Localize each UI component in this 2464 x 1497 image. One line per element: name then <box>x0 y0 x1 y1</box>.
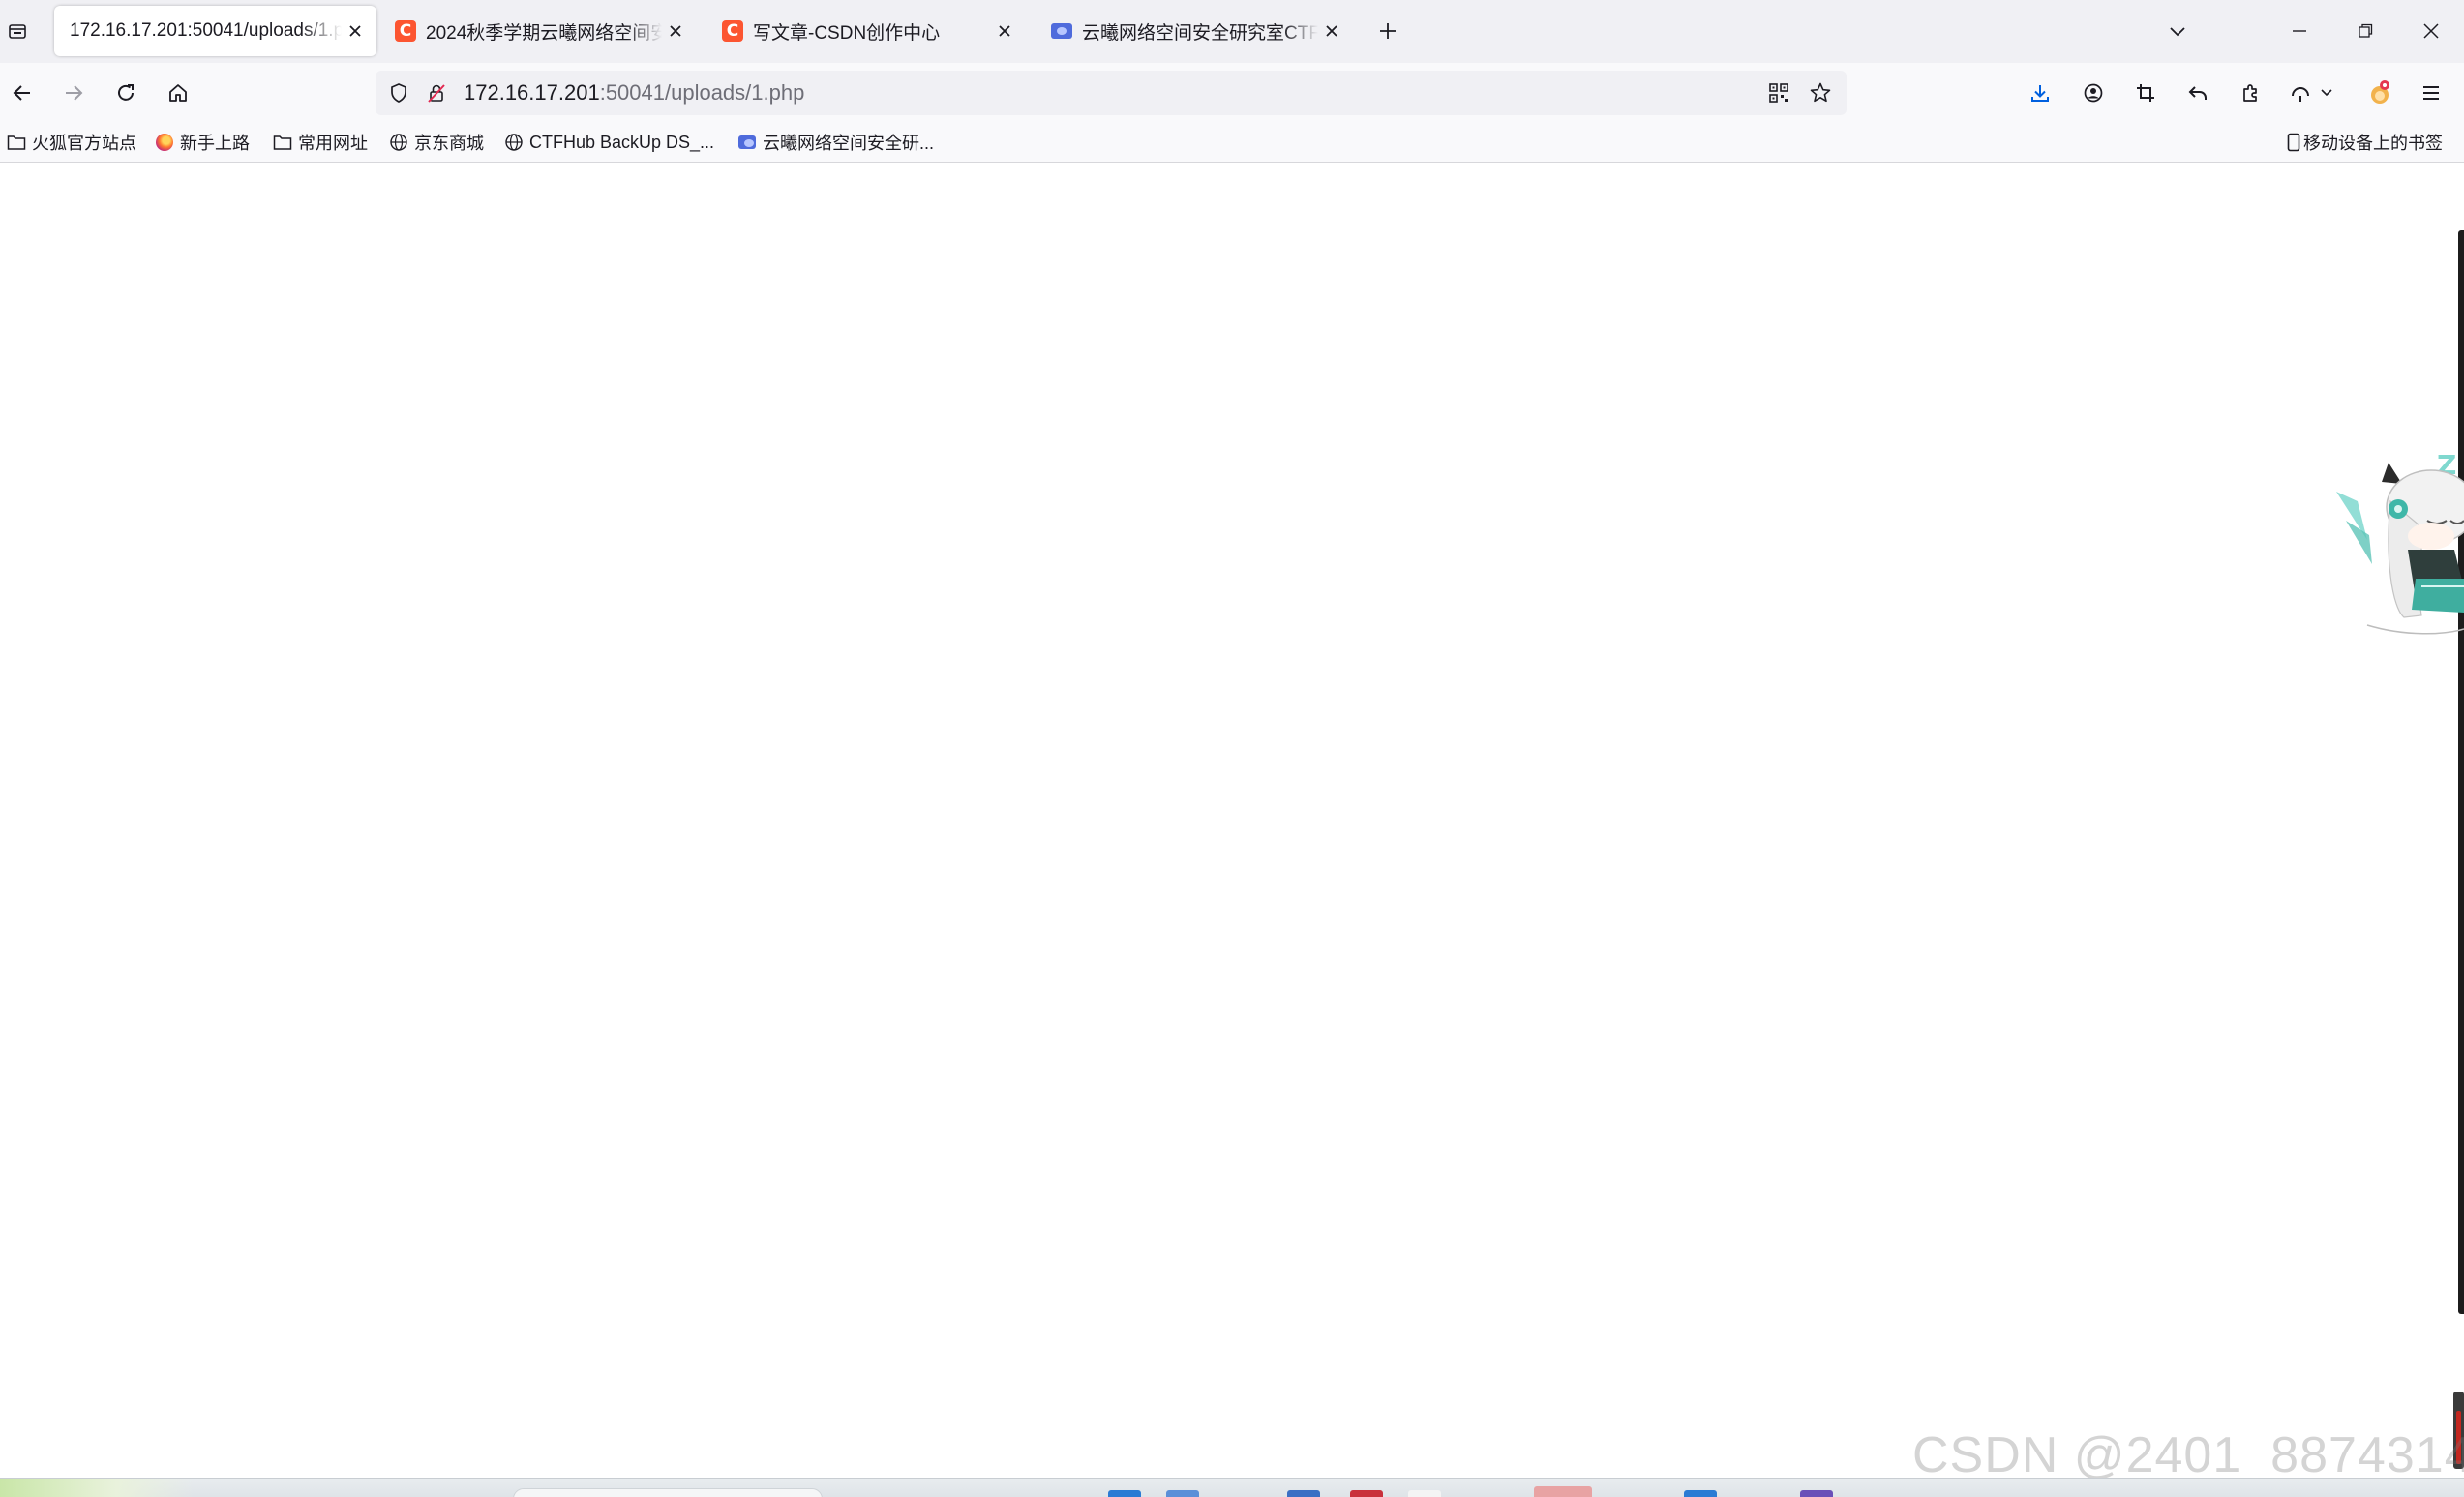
folder-icon <box>273 133 292 152</box>
csdn-icon: C <box>395 20 416 42</box>
globe-icon <box>389 133 408 152</box>
taskbar-app-icon[interactable] <box>1408 1490 1441 1497</box>
url-path: :50041/uploads/1.php <box>599 80 805 105</box>
forward-arrow-icon[interactable] <box>56 75 91 110</box>
weather-widget[interactable] <box>0 1479 194 1497</box>
bookmark-label: 新手上路 <box>180 134 250 153</box>
qr-code-icon[interactable] <box>1763 77 1794 108</box>
tab-title: 云曦网络空间安全研究室CTF复现 <box>1082 22 1318 44</box>
tab-title: 2024秋季学期云曦网络空间安全研究室 <box>426 22 662 44</box>
bookmark-star-icon[interactable] <box>1805 77 1836 108</box>
mobile-bookmarks[interactable]: 移动设备上的书签 <box>2286 123 2443 162</box>
firefox-icon <box>155 133 174 152</box>
yunxi-icon <box>1051 20 1072 42</box>
bookmark-folder-common[interactable]: 常用网址 <box>273 123 368 162</box>
home-icon[interactable] <box>161 75 195 110</box>
close-tab-icon[interactable] <box>662 17 689 45</box>
tab-yunxi-ctf[interactable]: 云曦网络空间安全研究室CTF复现 <box>1034 6 1353 56</box>
tracking-shield-icon[interactable] <box>383 77 414 108</box>
sync-dropdown-icon[interactable] <box>2284 75 2342 110</box>
undo-icon[interactable] <box>2180 75 2215 110</box>
reload-icon[interactable] <box>108 75 143 110</box>
bookmark-label: 常用网址 <box>298 134 368 153</box>
os-taskbar <box>0 1478 2464 1497</box>
bookmark-label: 京东商城 <box>414 134 484 153</box>
bookmark-jd[interactable]: 京东商城 <box>389 123 484 162</box>
folder-icon <box>7 133 26 152</box>
taskbar-app-icon[interactable] <box>1350 1490 1383 1497</box>
tab-title: 172.16.17.201:50041/uploads/1.php <box>70 20 342 41</box>
bookmark-getting-started[interactable]: 新手上路 <box>155 123 250 162</box>
screenshot-crop-icon[interactable] <box>2128 75 2163 110</box>
restore-icon[interactable] <box>2336 10 2394 52</box>
firefox-view-icon[interactable] <box>2 15 33 46</box>
bookmark-label: 云曦网络空间安全研... <box>763 134 935 153</box>
taskbar-app-icon[interactable] <box>1800 1490 1833 1497</box>
window-close-icon[interactable] <box>2402 10 2460 52</box>
page-content: Z CSDN @2401_88743143 <box>0 163 2464 1483</box>
download-icon[interactable] <box>2023 75 2058 110</box>
back-arrow-icon[interactable] <box>5 75 40 110</box>
close-tab-icon[interactable] <box>991 17 1018 45</box>
taskbar-app-icon[interactable] <box>1166 1490 1199 1497</box>
close-tab-icon[interactable] <box>1318 17 1345 45</box>
yunxi-icon <box>737 133 757 152</box>
url-host: 172.16.17.201 <box>464 80 600 105</box>
new-tab-icon[interactable] <box>1372 15 1403 46</box>
hamburger-menu-icon[interactable] <box>2414 75 2449 110</box>
taskbar-app-icon[interactable] <box>1108 1490 1141 1497</box>
taskbar-app-icon[interactable] <box>1684 1490 1717 1497</box>
bookmark-yunxi[interactable]: 云曦网络空间安全研... <box>737 123 934 162</box>
minimize-icon[interactable] <box>2270 10 2329 52</box>
phone-icon <box>2286 133 2301 152</box>
tab-csdn-course[interactable]: C 2024秋季学期云曦网络空间安全研究室 <box>377 6 697 56</box>
tab-active[interactable]: 172.16.17.201:50041/uploads/1.php <box>54 6 376 56</box>
bookmark-label: 火狐官方站点 <box>32 134 136 153</box>
navigation-toolbar: 172.16.17.201:50041/uploads/1.php <box>0 63 2464 123</box>
close-tab-icon[interactable] <box>342 17 369 45</box>
chevron-down-icon[interactable] <box>2162 15 2193 46</box>
taskbar-app-icon[interactable] <box>1287 1490 1320 1497</box>
tab-strip: 172.16.17.201:50041/uploads/1.php C 2024… <box>0 0 2464 63</box>
globe-icon <box>504 133 524 152</box>
bookmark-label: CTFHub BackUp DS_... <box>529 132 715 152</box>
account-icon[interactable] <box>2076 75 2111 110</box>
bookmark-folder-firefox[interactable]: 火狐官方站点 <box>7 123 136 162</box>
avatar[interactable] <box>2362 75 2397 110</box>
bookmark-label: 移动设备上的书签 <box>2303 134 2443 153</box>
url-text[interactable]: 172.16.17.201:50041/uploads/1.php <box>464 71 804 115</box>
tab-title: 写文章-CSDN创作中心 <box>753 22 941 44</box>
bookmarks-toolbar: 火狐官方站点 新手上路 常用网址 京东商城 CTFHub BackUp DS_.… <box>0 123 2464 163</box>
mascot-character-image[interactable]: Z <box>2329 443 2464 830</box>
watermark: CSDN @2401_88743143 <box>1912 1427 2464 1483</box>
address-bar[interactable]: 172.16.17.201:50041/uploads/1.php <box>376 71 1847 115</box>
bookmark-ctfhub[interactable]: CTFHub BackUp DS_... <box>504 123 714 162</box>
insecure-lock-icon[interactable] <box>421 77 452 108</box>
extensions-icon[interactable] <box>2233 75 2268 110</box>
taskbar-search-box[interactable] <box>513 1488 823 1497</box>
taskbar-active-app[interactable] <box>1534 1486 1592 1497</box>
tab-csdn-write[interactable]: C 写文章-CSDN创作中心 <box>705 6 1026 56</box>
csdn-icon: C <box>722 20 743 42</box>
